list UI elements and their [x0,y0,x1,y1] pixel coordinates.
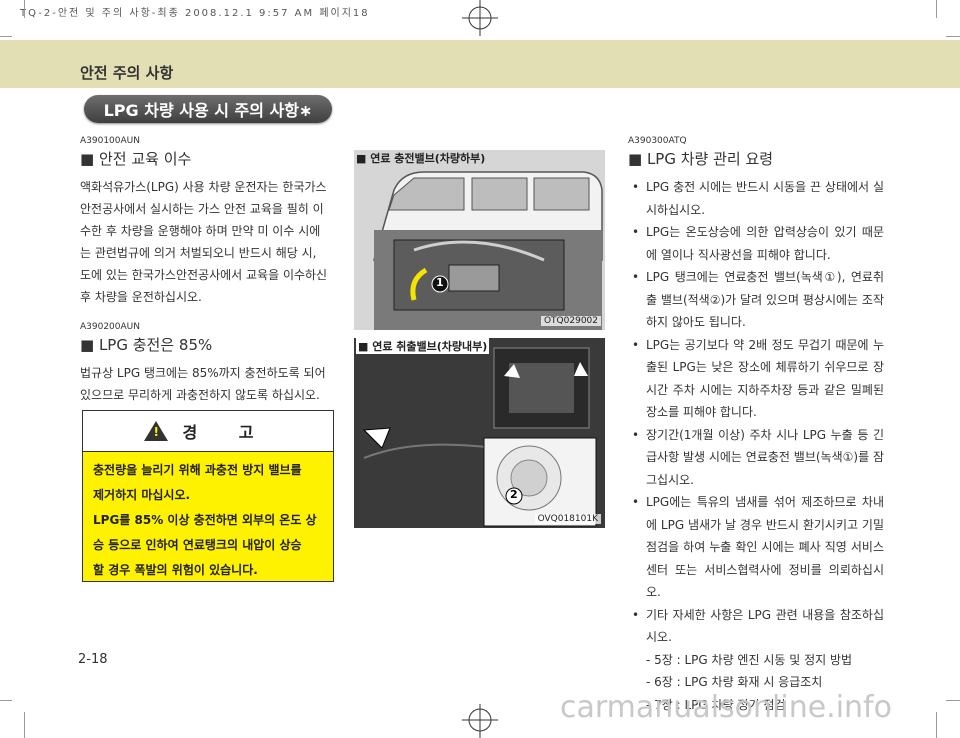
list-item: LPG는 온도상승에 의한 압력상승이 있기 때문에 열이나 직사광선을 피해야… [628,221,884,266]
crop-mark [946,36,960,37]
section-code: A390300ATQ [628,136,687,146]
warning-box: ! 경 고 충전량을 늘리기 위해 과충전 방지 밸브를 제거하지 마십시오. … [82,410,334,582]
figure-code: OTQ029002 [540,316,601,326]
list-item: 장기간(1개월 이상) 주차 시나 LPG 누출 등 긴급사항 발생 시에는 연… [628,424,884,492]
crop-mark [946,700,960,701]
main-heading: LPG 차량 사용 시 주의 사항∗ [84,95,332,123]
warning-triangle-icon: ! [144,421,169,441]
section-heading: 안전 교육 이수 [80,148,191,169]
warning-line: 승 등으로 인하여 연료탱크의 내압이 상승 [93,538,302,552]
warning-title: 경 고 [182,423,272,442]
figure-fuel-fill-valve: 1 ■ 연료 충전밸브(차량하부) OTQ029002 [354,150,605,330]
warning-line: 충전량을 늘리기 위해 과충전 방지 밸브를 [93,463,302,477]
list-item: 기타 자세한 사항은 LPG 관련 내용을 참조하십시오. [628,604,884,649]
section-title: 안전 주의 사항 [80,64,174,82]
list-item: LPG 탱크에는 연료충전 밸브(녹색①), 연료취출 밸브(적색②)가 달려 … [628,266,884,334]
list-item: LPG는 공기보다 약 2배 정도 무겁기 때문에 누출된 LPG는 낮은 장소… [628,334,884,424]
figure-caption: ■ 연료 충전밸브(차량하부) [356,150,486,166]
figure-code: OVQ018101K [534,514,601,524]
list-item: LPG에는 특유의 냄새를 섞어 제조하므로 차내에 LPG 냄새가 날 경우 … [628,491,884,604]
text-line: 도에 있는 한국가스안전공사에서 교육을 이수하신 [80,268,328,282]
figure-fuel-discharge-valve: 2 ■ 연료 취출밸브(차량내부) OVQ018101K [354,338,605,528]
text-line: 안전공사에서 실시하는 가스 안전 교육을 필히 이 [80,202,324,216]
warning-body: 충전량을 늘리기 위해 과충전 방지 밸브를 제거하지 마십시오. LPG를 8… [83,452,333,589]
text-line: 는 관련법규에 의거 처벌되오니 반드시 해당 시, [80,246,317,260]
list-item: LPG 충전 시에는 반드시 시동을 끈 상태에서 실시하십시오. [628,176,884,221]
callout-2: 2 [510,488,518,501]
text-line: 액화석유가스(LPG) 사용 차량 운전자는 한국가스 [80,180,327,194]
print-header: TQ-2-안전 및 주의 사항-최종 2008.12.1 9:57 AM 페이지… [20,8,370,19]
warning-line: 할 경우 폭발의 위험이 있습니다. [93,563,258,577]
section-heading: LPG 충전은 85% [80,334,212,355]
registration-mark [462,704,498,738]
paragraph-85-percent: 법규상 LPG 탱크에는 85%까지 충전하도록 되어 있으므로 무리하게 과충… [80,362,334,406]
text-line: 후 차량을 운전하십시오. [80,290,202,304]
crop-mark [0,700,12,701]
page-number: 2-18 [78,652,108,667]
text-line: 있으므로 무리하게 과충전하지 않도록 하십시오. [80,388,320,402]
warning-line: LPG를 85% 이상 충전하면 외부의 온도 상 [93,513,317,527]
crop-mark [24,0,25,18]
section-code: A390100AUN [80,136,140,146]
crop-mark [936,712,937,738]
figure-caption: ■ 연료 취출밸브(차량내부) [356,338,490,354]
callout-1: 1 [436,276,444,289]
crop-mark [0,36,12,37]
registration-mark [462,0,498,36]
warning-line: 제거하지 마십시오. [93,488,191,502]
management-list: LPG 충전 시에는 반드시 시동을 끈 상태에서 실시하십시오. LPG는 온… [628,176,884,716]
watermark: carmanualsonline.info [560,690,892,725]
crop-mark [936,0,937,18]
van-illustration [354,150,605,330]
sub-item: - 5장 : LPG 차량 엔진 시동 및 정지 방법 [646,652,853,667]
section-heading: LPG 차량 관리 요령 [628,148,773,169]
paragraph-safety-education: 액화석유가스(LPG) 사용 차량 운전자는 한국가스 안전공사에서 실시하는 … [80,176,334,308]
section-code: A390200AUN [80,322,140,332]
trunk-illustration [354,338,605,528]
text-line: 법규상 LPG 탱크에는 85%까지 충전하도록 되어 [80,366,326,380]
crop-mark [24,712,25,738]
warning-header: ! 경 고 [83,411,333,452]
text-line: 수한 후 차량을 운행해야 하며 만약 미 이수 시에 [80,224,321,238]
